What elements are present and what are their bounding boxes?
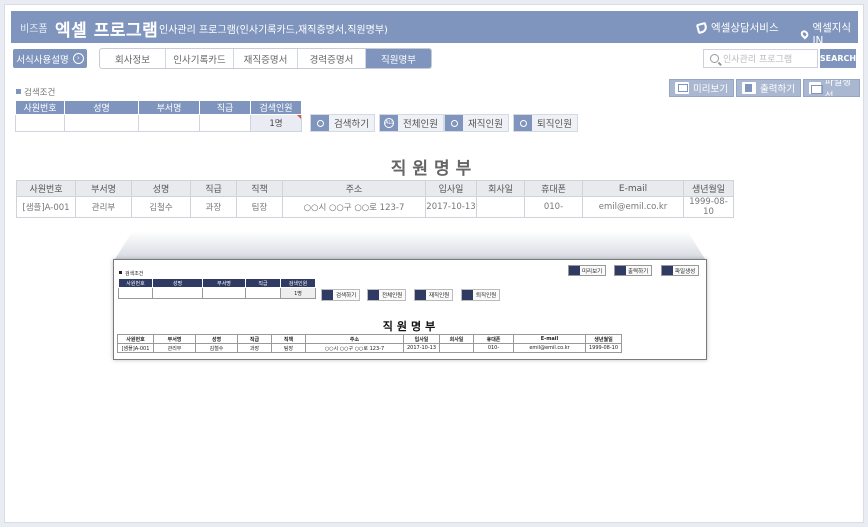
cell-email: emil@emil.co.kr [582, 196, 684, 218]
search-count-value: 1명 [250, 114, 302, 132]
preview-roster-title: 직원명부 [382, 320, 440, 333]
file-create-button[interactable]: 파일생성 [803, 79, 860, 97]
consult-label: 엑셀상담서비스 [711, 22, 779, 34]
employee-no-field[interactable] [15, 114, 65, 132]
monitor-icon [675, 82, 689, 94]
col-search-count: 검색인원 [250, 100, 302, 115]
preview-active-button: 재직인원 [414, 289, 454, 301]
knowledge-label: 엑셀지식 IN [812, 22, 852, 47]
chevron-right-icon: › [72, 53, 84, 64]
roster-col-header: 부서명 [75, 180, 132, 197]
tab-hr-record-card[interactable]: 인사기록카드 [166, 49, 234, 68]
tab-career-certificate[interactable]: 경력증명서 [298, 49, 366, 68]
search-icon [316, 119, 324, 127]
search-icon [519, 119, 527, 127]
search-condition-label: 검색조건 [16, 86, 55, 98]
search-run-label: 검색하기 [334, 119, 369, 130]
folder-icon [809, 82, 823, 94]
roster-col-header: 회사일 [476, 180, 525, 197]
roster-col-header: 주소 [282, 180, 426, 197]
cell-department: 관리부 [75, 196, 132, 218]
search-run-button[interactable]: 검색하기 [310, 114, 375, 132]
knowledge-link[interactable]: 엑셀지식 IN [799, 20, 858, 47]
search-icon [710, 54, 719, 63]
roster-col-header: 직책 [236, 180, 283, 197]
app-header: 비즈폼 엑셀 프로그램 인사관리 프로그램(인사기록카드,재직증명서,직원명부)… [11, 11, 858, 47]
preview-label: 미리보기 [693, 84, 728, 95]
roster-header-row: 사원번호 부서명 성명 직급 직책 주소 입사일 회사일 휴대폰 E-mail … [16, 180, 734, 197]
search-placeholder: 인사관리 프로그램 [723, 55, 793, 65]
col-employee-no: 사원번호 [15, 100, 65, 115]
cell-rank: 과장 [190, 196, 237, 218]
roster-col-header: 생년월일 [683, 180, 734, 197]
cell-leave-date [476, 196, 525, 218]
brand-title: 엑셀 프로그램 [55, 21, 159, 41]
search-input[interactable]: 인사관리 프로그램 [703, 49, 818, 68]
guide-label: 서식사용설명 [16, 54, 69, 66]
roster-table: 사원번호 부서명 성명 직급 직책 주소 입사일 회사일 휴대폰 E-mail … [16, 180, 734, 218]
file-create-label: 파일생성 [824, 79, 851, 97]
printer-icon [742, 82, 756, 94]
preview-button[interactable]: 미리보기 [669, 79, 734, 97]
pin-icon [799, 28, 811, 39]
cell-birthdate: 1999-08-10 [683, 196, 734, 218]
usage-guide-button[interactable]: 서식사용설명 › [13, 49, 87, 68]
cell-address: ○○시 ○○구 ○○로 123-7 [282, 196, 426, 218]
roster-col-header: 성명 [131, 180, 191, 197]
retired-staff-button[interactable]: 퇴직인원 [513, 114, 578, 132]
cell-join-date: 2017-10-13 [425, 196, 477, 218]
preview-search-button: 검색하기 [321, 289, 361, 301]
brand-small: 비즈폼 [20, 24, 48, 35]
print-button[interactable]: 출력하기 [736, 79, 801, 97]
all-staff-label: 전체인원 [403, 119, 438, 130]
roster-col-header: 사원번호 [16, 180, 76, 197]
tab-bar: 회사정보 인사기록카드 재직증명서 경력증명서 직원명부 [99, 48, 432, 69]
preview-roster-table: 사원번호 부서명 성명 직급 직책 주소 입사일 회사일 휴대폰 E-mail … [117, 334, 622, 353]
roster-col-header: 직급 [190, 180, 237, 197]
name-field[interactable] [64, 114, 139, 132]
active-staff-label: 재직인원 [468, 119, 503, 130]
preview-glow [115, 231, 705, 259]
cell-position: 팀장 [236, 196, 283, 218]
preview-all-button: 전체인원 [367, 289, 407, 301]
preview-condition-label: 검색조건 [119, 270, 143, 277]
department-field[interactable] [138, 114, 200, 132]
retired-staff-label: 퇴직인원 [537, 119, 572, 130]
program-subtitle: 인사관리 프로그램(인사기록카드,재직증명서,직원명부) [159, 25, 388, 36]
preview-print-button: 출력하기 [614, 265, 653, 276]
tab-company-info[interactable]: 회사정보 [100, 49, 166, 68]
search-icon [450, 119, 458, 127]
roster-col-header: 입사일 [425, 180, 477, 197]
tab-employee-roster[interactable]: 직원명부 [366, 49, 431, 68]
all-icon: ALL [384, 118, 394, 128]
roster-col-header: E-mail [582, 180, 684, 197]
roster-title: 직원명부 [390, 159, 478, 179]
preview-preview-button: 미리보기 [568, 265, 607, 276]
preview-condition-table: 사원번호 성명 부서명 직급 검색인원 1명 [118, 278, 316, 299]
preview-panel: 검색조건 사원번호 성명 부서명 직급 검색인원 1명 검색하기 전체인원 재직… [113, 259, 707, 360]
phone-icon [695, 21, 709, 34]
rank-field[interactable] [199, 114, 251, 132]
col-name: 성명 [64, 100, 139, 115]
cell-mobile: 010- [524, 196, 583, 218]
search-button[interactable]: SEARCH [820, 49, 856, 68]
preview-file-button: 파일생성 [661, 265, 700, 276]
roster-col-header: 휴대폰 [524, 180, 583, 197]
all-staff-button[interactable]: ALL 전체인원 [379, 114, 444, 132]
col-rank: 직급 [199, 100, 251, 115]
print-label: 출력하기 [760, 84, 795, 95]
col-department: 부서명 [138, 100, 200, 115]
cell-name: 김철수 [131, 196, 191, 218]
active-staff-button[interactable]: 재직인원 [444, 114, 509, 132]
consult-link[interactable]: 엑셀상담서비스 [695, 20, 779, 35]
tab-employment-certificate[interactable]: 재직증명서 [234, 49, 298, 68]
bullet-square-icon [16, 89, 21, 94]
table-row[interactable]: [샘플]A-001 관리부 김철수 과장 팀장 ○○시 ○○구 ○○로 123-… [16, 196, 734, 218]
preview-retired-button: 퇴직인원 [461, 289, 501, 301]
cell-employee-no: [샘플]A-001 [16, 196, 76, 218]
search-condition-table: 사원번호 성명 부서명 직급 검색인원 1명 [15, 100, 302, 132]
